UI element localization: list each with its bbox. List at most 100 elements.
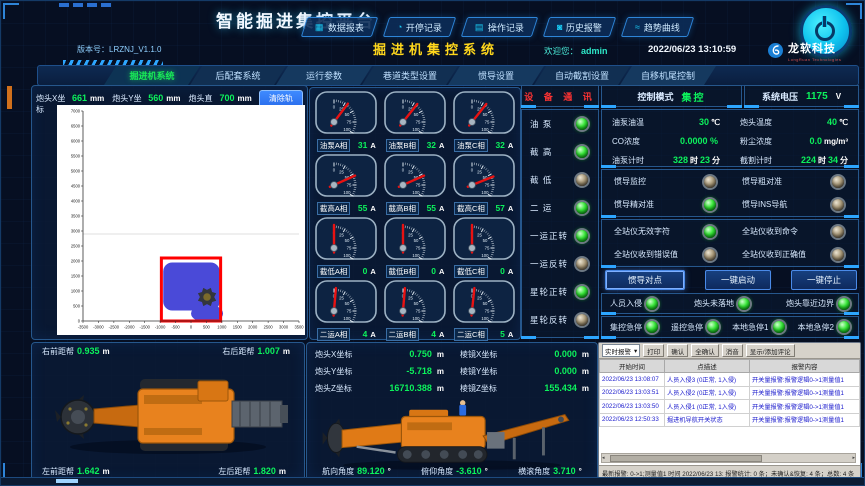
tab-后配套系统[interactable]: 后配套系统 — [190, 66, 286, 85]
analog-gauge: 0255075100 — [453, 217, 515, 261]
info-value: 30℃ — [662, 112, 720, 130]
button-一键启动[interactable]: 一键启动 — [705, 270, 771, 290]
cutter-field-unit: mm — [90, 94, 104, 103]
tab-运行参数[interactable]: 运行参数 — [276, 66, 372, 85]
dist-value: 0.935 — [77, 346, 100, 356]
alarm-table-row[interactable]: 2022/06/23 13:08:07人员入侵3 (0正常, 1入侵)开关量报警… — [600, 373, 860, 387]
info-number: 30 — [699, 117, 709, 127]
scroll-right-arrow-icon[interactable]: ▸ — [852, 455, 855, 461]
alarm-filter-select[interactable]: 实时报警▾ — [602, 344, 640, 357]
tab-自移机尾控制[interactable]: 自移机尾控制 — [620, 66, 716, 85]
estop-status-box: 集控急停遥控急停本地急停1本地急停2 — [601, 316, 859, 338]
nav-button-history-alarm[interactable]: ◙历史报警 — [542, 17, 616, 37]
led-label: 炮头未落地 — [694, 298, 734, 309]
device-comm-item-油泵: 油 泵 — [522, 110, 598, 138]
history-alarm-icon: ◙ — [557, 22, 562, 32]
left-edge-accent — [7, 86, 12, 109]
scrollbar-thumb[interactable] — [610, 455, 762, 462]
angle-value: 89.120 — [357, 466, 385, 476]
svg-text:2000: 2000 — [71, 259, 81, 264]
nav-button-report[interactable]: ▦数据报表 — [301, 17, 378, 37]
tab-巷道类型设置[interactable]: 巷道类型设置 — [362, 66, 458, 85]
safety-row: 人员入侵炮头未落地炮头靠近边界 — [602, 294, 858, 313]
gauge-unit: A — [508, 330, 513, 339]
device-comm-item-一运正转: 一运正转 — [522, 222, 598, 250]
info-value: 328时23分 — [662, 150, 720, 168]
alarm-content: 开关量报警:报警逻辑0->1测量值1 — [750, 386, 860, 400]
nav-led-惯导精对准: 惯导精对准 — [602, 199, 730, 211]
nav-button-operation-record[interactable]: ▤操作记录 — [461, 17, 538, 37]
status-led — [576, 258, 588, 270]
button-惯导对点[interactable]: 惯导对点 — [605, 270, 685, 290]
control-mode-label: 控制模式 — [637, 90, 673, 103]
svg-text:500: 500 — [73, 304, 81, 309]
gauge-二运A相: 0255075100二运A相4A — [312, 280, 381, 341]
power-icon-bar — [822, 16, 827, 27]
coord-value: 0.750 — [367, 349, 432, 359]
gauge-grid: 0255075100油泵A相31A0255075100油泵B相32A025507… — [312, 91, 518, 341]
tab-掘进机系统[interactable]: 掘进机系统 — [104, 66, 200, 85]
cutter-field-value: 700 — [220, 93, 235, 103]
gauge-label: 二运B相 — [386, 328, 420, 341]
header-decoration — [73, 3, 83, 7]
device-comm-list: 油 泵截 高截 低二 运一运正转一运反转星轮正转星轮反转 — [521, 109, 599, 338]
scroll-left-arrow-icon[interactable]: ◂ — [602, 455, 605, 461]
device-label: 星轮反转 — [530, 314, 568, 326]
nav-button-trend-curve[interactable]: ≈趋势曲线 — [621, 17, 694, 37]
gauge-油泵A相: 0255075100油泵A相31A — [312, 91, 381, 152]
nav-led-row: 惯导监控惯导粗对准 — [602, 170, 858, 193]
alarm-table-row[interactable]: 2022/06/23 12:50:33掘进机导航开关状态开关量报警:报警逻辑0-… — [600, 413, 860, 427]
alarm-toolbar-button-确认[interactable]: 确认 — [667, 344, 688, 357]
led-label: 惯导监控 — [614, 176, 646, 187]
nav-button-startstop-record[interactable]: ◔开停记录 — [382, 17, 456, 37]
machine-side-view-image — [314, 399, 590, 471]
alarm-toolbar-button-消音[interactable]: 消音 — [722, 344, 743, 357]
alarm-table-row[interactable]: 2022/06/23 13:03:50人员入侵1 (0正常, 1入侵)开关量报警… — [600, 400, 860, 414]
alarm-toolbar-button-打印[interactable]: 打印 — [643, 344, 664, 357]
status-led — [704, 176, 716, 188]
tab-惯导设置[interactable]: 惯导设置 — [448, 66, 544, 85]
coord-unit: m — [582, 384, 589, 393]
device-label: 截 低 — [530, 174, 552, 186]
coord-field-炮头Z坐标: 炮头Z坐标16710.388m — [307, 383, 452, 394]
svg-text:50: 50 — [482, 112, 487, 117]
svg-text:75: 75 — [416, 120, 421, 125]
tab-自动截割设置[interactable]: 自动截割设置 — [534, 66, 630, 85]
coord-label: 棱镜X坐标 — [460, 349, 512, 360]
header-decoration — [59, 3, 69, 7]
station-led-全站仪收到正确值: 全站仪收到正确值 — [730, 249, 858, 261]
button-一键停止[interactable]: 一键停止 — [791, 270, 857, 290]
alarm-toolbar-button-显示/添加评论[interactable]: 显示/添加评论 — [746, 344, 795, 357]
estop-本地急停1: 本地急停1 — [732, 321, 784, 333]
rear-distances: 左前距帮1.642m 左后距帮1.820m — [32, 463, 300, 477]
info-unit: mg/m³ — [824, 137, 848, 146]
svg-text:75: 75 — [484, 309, 489, 314]
info-number: 0.0000 % — [680, 136, 718, 146]
gauge-label: 截低B相 — [386, 265, 420, 278]
gauge-截高A相: 0255075100截高A相55A — [312, 154, 381, 215]
gauge-value: 55 — [353, 203, 367, 213]
coord-field-炮头X坐标: 炮头X坐标0.750m — [307, 349, 452, 360]
coordinate-row: 炮头Y坐标-5.718m棱镜Y坐标0.000m — [307, 363, 597, 380]
svg-text:100: 100 — [481, 253, 489, 258]
svg-text:1000: 1000 — [71, 289, 81, 294]
system-name: 掘进机集控系统 — [373, 39, 499, 58]
svg-text:-1000: -1000 — [155, 325, 166, 330]
station-led-全站仪收到错误值: 全站仪收到错误值 — [602, 249, 730, 261]
alarm-toolbar-button-全确认[interactable]: 全确认 — [691, 344, 719, 357]
gauge-unit: A — [439, 267, 444, 276]
info-value: 224时34分 — [790, 150, 848, 168]
analog-gauge: 0255075100 — [453, 154, 515, 198]
gauge-unit: A — [439, 330, 444, 339]
alarm-table-row[interactable]: 2022/06/23 13:03:51人员入侵2 (0正常, 1入侵)开关量报警… — [600, 386, 860, 400]
angle-unit: ° — [388, 467, 391, 476]
led-label: 全站仪收到正确值 — [742, 249, 806, 260]
info-label: 截割计时 — [740, 155, 786, 166]
led-label: 炮头靠近边界 — [786, 298, 834, 309]
gauge-截高B相: 0255075100截高B相55A — [381, 154, 450, 215]
alarm-desc: 人员入侵1 (0正常, 1入侵) — [665, 400, 750, 414]
alarm-hscrollbar[interactable]: ◂ ▸ — [601, 453, 856, 463]
nav-button-label: 操作记录 — [488, 21, 524, 34]
coord-unit: m — [437, 367, 444, 376]
svg-text:25: 25 — [408, 170, 413, 175]
